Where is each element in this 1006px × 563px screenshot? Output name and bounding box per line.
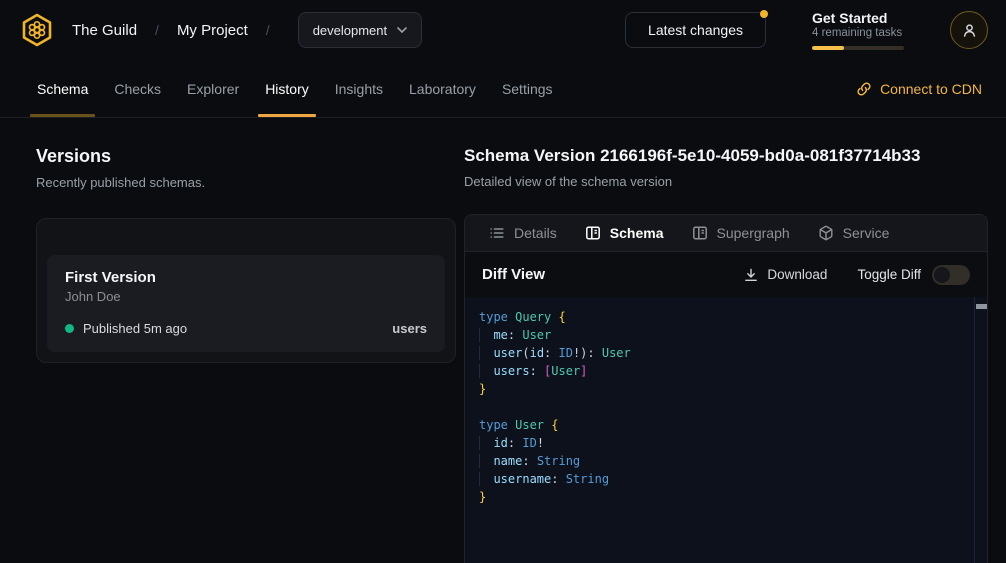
versions-card: First Version John Doe Published 5m ago … xyxy=(36,218,456,363)
version-list-item[interactable]: First Version John Doe Published 5m ago … xyxy=(47,255,445,352)
connect-to-cdn-label: Connect to CDN xyxy=(880,81,982,97)
latest-changes-label: Latest changes xyxy=(648,22,743,38)
detail-tab-supergraph[interactable]: Supergraph xyxy=(678,215,804,251)
versions-subtitle: Recently published schemas. xyxy=(36,175,440,190)
detail-tab-label: Schema xyxy=(610,225,664,241)
environment-select[interactable]: development xyxy=(298,12,422,48)
person-icon xyxy=(961,22,978,39)
latest-changes-button[interactable]: Latest changes xyxy=(625,12,766,48)
get-started-subtitle: 4 remaining tasks xyxy=(812,27,904,39)
tab-label: Insights xyxy=(335,81,383,97)
toggle-diff-label: Toggle Diff xyxy=(857,267,921,282)
cube-icon xyxy=(818,225,834,241)
code-content: type Query { me: User user(id: ID!): Use… xyxy=(479,308,961,506)
main-nav: Schema Checks Explorer History Insights … xyxy=(0,60,1006,118)
tab-explorer[interactable]: Explorer xyxy=(174,60,252,117)
connect-to-cdn-link[interactable]: Connect to CDN xyxy=(856,60,982,117)
detail-tab-service[interactable]: Service xyxy=(804,215,904,251)
detail-tab-details[interactable]: Details xyxy=(475,215,571,251)
panels-icon xyxy=(585,225,601,241)
tab-checks[interactable]: Checks xyxy=(101,60,174,117)
version-author: John Doe xyxy=(65,289,427,304)
tab-label: History xyxy=(265,81,309,97)
detail-tab-label: Supergraph xyxy=(717,225,790,241)
detail-tab-label: Details xyxy=(514,225,557,241)
version-service-badge: users xyxy=(392,321,427,336)
tab-insights[interactable]: Insights xyxy=(322,60,396,117)
version-detail-panel: Schema Version 2166196f-5e10-4059-bd0a-0… xyxy=(464,118,1006,563)
tab-label: Settings xyxy=(502,81,553,97)
breadcrumb-separator: / xyxy=(264,22,272,38)
published-dot-icon xyxy=(65,324,74,333)
panels-icon xyxy=(692,225,708,241)
list-icon xyxy=(489,225,505,241)
environment-select-value: development xyxy=(313,23,387,38)
tab-settings[interactable]: Settings xyxy=(489,60,566,117)
download-label: Download xyxy=(767,267,827,282)
download-button[interactable]: Download xyxy=(744,267,827,282)
breadcrumb-org[interactable]: The Guild xyxy=(72,22,137,39)
tab-label: Schema xyxy=(37,81,88,97)
tab-schema[interactable]: Schema xyxy=(24,60,101,117)
user-avatar[interactable] xyxy=(950,11,988,49)
tab-history[interactable]: History xyxy=(252,60,322,117)
main-content: Versions Recently published schemas. Fir… xyxy=(0,118,1006,563)
version-detail-subtitle: Detailed view of the schema version xyxy=(464,174,988,189)
tab-underline xyxy=(258,114,316,117)
tab-laboratory[interactable]: Laboratory xyxy=(396,60,489,117)
version-detail-title: Schema Version 2166196f-5e10-4059-bd0a-0… xyxy=(464,146,988,166)
hive-logo-icon[interactable] xyxy=(18,11,56,49)
breadcrumb-project[interactable]: My Project xyxy=(177,22,248,39)
get-started-progress-fill xyxy=(812,46,844,50)
code-scrollbar[interactable] xyxy=(974,297,987,563)
get-started-title: Get Started xyxy=(812,10,904,26)
code-scrollbar-thumb[interactable] xyxy=(976,304,987,309)
detail-tab-label: Service xyxy=(843,225,890,241)
tab-label: Laboratory xyxy=(409,81,476,97)
notification-dot xyxy=(760,10,768,18)
tab-label: Explorer xyxy=(187,81,239,97)
schema-code-viewer: type Query { me: User user(id: ID!): Use… xyxy=(465,297,987,563)
app-header: The Guild / My Project / development Lat… xyxy=(0,0,1006,60)
download-icon xyxy=(744,268,758,282)
detail-tabstrip: Details Schema xyxy=(465,215,987,252)
get-started-progressbar xyxy=(812,46,904,50)
versions-panel: Versions Recently published schemas. Fir… xyxy=(0,118,464,563)
chevron-down-icon xyxy=(397,27,407,33)
version-name: First Version xyxy=(65,269,427,286)
breadcrumb-separator: / xyxy=(153,22,161,38)
link-icon xyxy=(856,81,872,97)
detail-tab-schema[interactable]: Schema xyxy=(571,215,678,251)
tab-underline xyxy=(30,114,95,117)
diff-view-header: Diff View Download Toggle Diff xyxy=(465,252,987,297)
switch-knob xyxy=(934,267,950,283)
tab-label: Checks xyxy=(114,81,161,97)
version-status: Published 5m ago xyxy=(83,321,187,336)
schema-view-panel: Details Schema xyxy=(464,214,988,563)
toggle-diff-switch[interactable] xyxy=(932,265,970,285)
versions-title: Versions xyxy=(36,146,440,167)
diff-view-title: Diff View xyxy=(482,266,545,283)
get-started-widget[interactable]: Get Started 4 remaining tasks xyxy=(812,10,904,50)
